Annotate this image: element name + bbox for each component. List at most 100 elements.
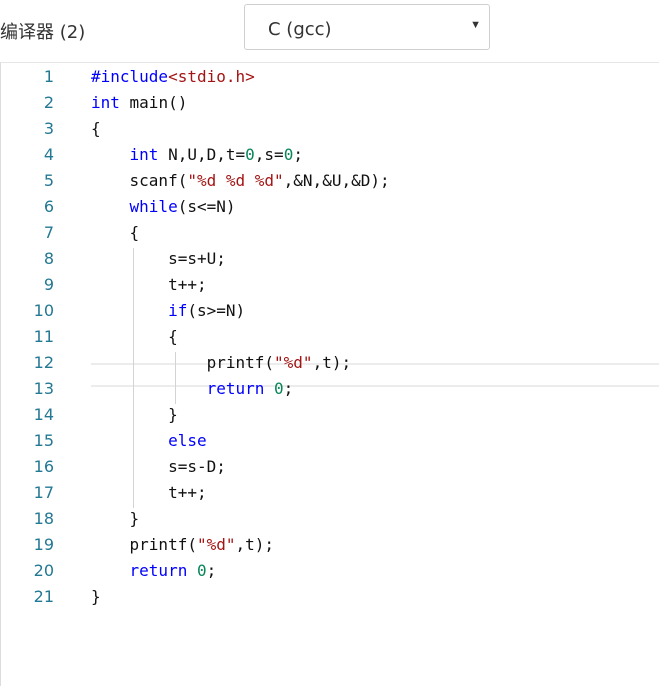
code-token: main() bbox=[119, 93, 188, 112]
code-line[interactable]: 4 int N,U,D,t=0,s=0; bbox=[1, 143, 659, 169]
line-code[interactable]: t++; bbox=[91, 483, 207, 502]
code-token: } bbox=[91, 587, 101, 606]
code-token: { bbox=[91, 223, 140, 242]
line-number: 5 bbox=[43, 171, 54, 190]
line-number: 9 bbox=[43, 275, 54, 294]
line-code[interactable]: t++; bbox=[91, 275, 207, 294]
line-code[interactable]: return 0; bbox=[91, 379, 294, 398]
line-number: 14 bbox=[33, 405, 54, 424]
code-line[interactable]: 11 { bbox=[1, 325, 659, 351]
line-code[interactable]: { bbox=[91, 223, 140, 242]
code-token: printf( bbox=[91, 535, 197, 554]
line-code[interactable]: while(s<=N) bbox=[91, 197, 236, 216]
code-token: t++; bbox=[91, 483, 207, 502]
code-token: #include bbox=[91, 67, 169, 86]
code-token: if bbox=[168, 301, 188, 320]
code-token: ,t); bbox=[312, 353, 352, 372]
code-token: ; bbox=[293, 145, 303, 164]
compiler-select[interactable]: C (gcc) ▼ bbox=[244, 4, 490, 50]
code-line[interactable]: 15 else bbox=[1, 429, 659, 455]
code-line[interactable]: 7 { bbox=[1, 221, 659, 247]
code-line[interactable]: 13 return 0; bbox=[1, 377, 659, 403]
code-token: while bbox=[129, 197, 178, 216]
line-code[interactable]: scanf("%d %d %d",&N,&U,&D); bbox=[91, 171, 390, 190]
line-number: 7 bbox=[43, 223, 54, 242]
code-token: int bbox=[129, 145, 159, 164]
line-number: 12 bbox=[33, 353, 54, 372]
line-code[interactable]: int N,U,D,t=0,s=0; bbox=[91, 145, 303, 164]
code-line[interactable]: 3{ bbox=[1, 117, 659, 143]
code-token: } bbox=[91, 405, 178, 424]
code-token: t++; bbox=[91, 275, 207, 294]
line-number: 21 bbox=[33, 587, 54, 606]
code-line[interactable]: 14 } bbox=[1, 403, 659, 429]
code-editor[interactable]: 1 #include<stdio.h> 2 int main() 3{ 4 int N,U… bbox=[0, 62, 659, 686]
line-number: 10 bbox=[33, 301, 54, 320]
code-line[interactable]: 5 scanf("%d %d %d",&N,&U,&D); bbox=[1, 169, 659, 195]
dropdown-arrow-icon: ▼ bbox=[470, 19, 481, 31]
compiler-label: 编译器 (2) bbox=[0, 22, 86, 43]
line-code[interactable]: return 0; bbox=[91, 561, 217, 580]
line-number: 19 bbox=[33, 535, 54, 554]
code-line[interactable]: 18 } bbox=[1, 507, 659, 533]
code-token: (s>=N) bbox=[187, 301, 246, 320]
compiler-select-value: C (gcc) bbox=[268, 19, 332, 40]
line-number: 16 bbox=[33, 457, 54, 476]
code-line[interactable]: 8 s=s+U; bbox=[1, 247, 659, 273]
code-token: s=s-D; bbox=[91, 457, 226, 476]
code-token: } bbox=[91, 509, 140, 528]
code-line[interactable]: 6 while(s<=N) bbox=[1, 195, 659, 221]
code-token: else bbox=[168, 431, 207, 450]
line-number: 17 bbox=[33, 483, 54, 502]
code-line[interactable]: 19 printf("%d",t); bbox=[1, 533, 659, 559]
code-token: { bbox=[91, 327, 178, 346]
line-code[interactable]: else bbox=[91, 431, 207, 450]
line-number: 15 bbox=[33, 431, 54, 450]
line-number: 18 bbox=[33, 509, 54, 528]
line-code[interactable]: } bbox=[91, 405, 178, 424]
code-token: N,U,D,t= bbox=[158, 145, 246, 164]
code-token: 0 bbox=[274, 379, 284, 398]
line-number: 2 bbox=[43, 93, 54, 112]
line-code[interactable]: } bbox=[91, 509, 140, 528]
line-code[interactable]: printf("%d",t); bbox=[91, 535, 275, 554]
code-token: "%d %d %d" bbox=[187, 171, 284, 190]
line-number: 4 bbox=[43, 145, 54, 164]
code-line[interactable]: 10 if(s>=N) bbox=[1, 299, 659, 325]
line-code[interactable]: s=s-D; bbox=[91, 457, 226, 476]
code-line[interactable]: 9 t++; bbox=[1, 273, 659, 299]
code-token: { bbox=[91, 119, 101, 138]
code-token: return bbox=[129, 561, 188, 580]
code-token: "%d" bbox=[196, 535, 236, 554]
code-line[interactable]: 12 printf("%d",t); bbox=[1, 351, 659, 377]
code-token: <stdio.h> bbox=[168, 67, 255, 86]
code-line[interactable]: 16 s=s-D; bbox=[1, 455, 659, 481]
code-line[interactable]: 2 int main() bbox=[1, 91, 659, 117]
code-line[interactable]: 20 return 0; bbox=[1, 559, 659, 585]
code-token: ,s= bbox=[254, 145, 284, 164]
line-code[interactable]: #include<stdio.h> bbox=[91, 67, 255, 86]
line-number: 8 bbox=[43, 249, 54, 268]
code-token: ; bbox=[283, 379, 294, 398]
code-token: ,&N,&U,&D); bbox=[283, 171, 390, 190]
line-number: 13 bbox=[33, 379, 54, 398]
code-token: int bbox=[91, 93, 120, 112]
line-code[interactable]: { bbox=[91, 119, 101, 138]
line-code[interactable]: s=s+U; bbox=[91, 249, 226, 268]
line-code[interactable]: printf("%d",t); bbox=[91, 353, 352, 372]
code-line[interactable]: 1 #include<stdio.h> bbox=[1, 65, 659, 91]
line-code[interactable]: } bbox=[91, 587, 101, 606]
line-code[interactable]: int main() bbox=[91, 93, 187, 112]
line-code[interactable]: { bbox=[91, 327, 178, 346]
code-line[interactable]: 17 t++; bbox=[1, 481, 659, 507]
code-token: 0 bbox=[283, 145, 294, 164]
line-code[interactable]: if(s>=N) bbox=[91, 301, 245, 320]
code-line[interactable]: 21} bbox=[1, 585, 659, 611]
